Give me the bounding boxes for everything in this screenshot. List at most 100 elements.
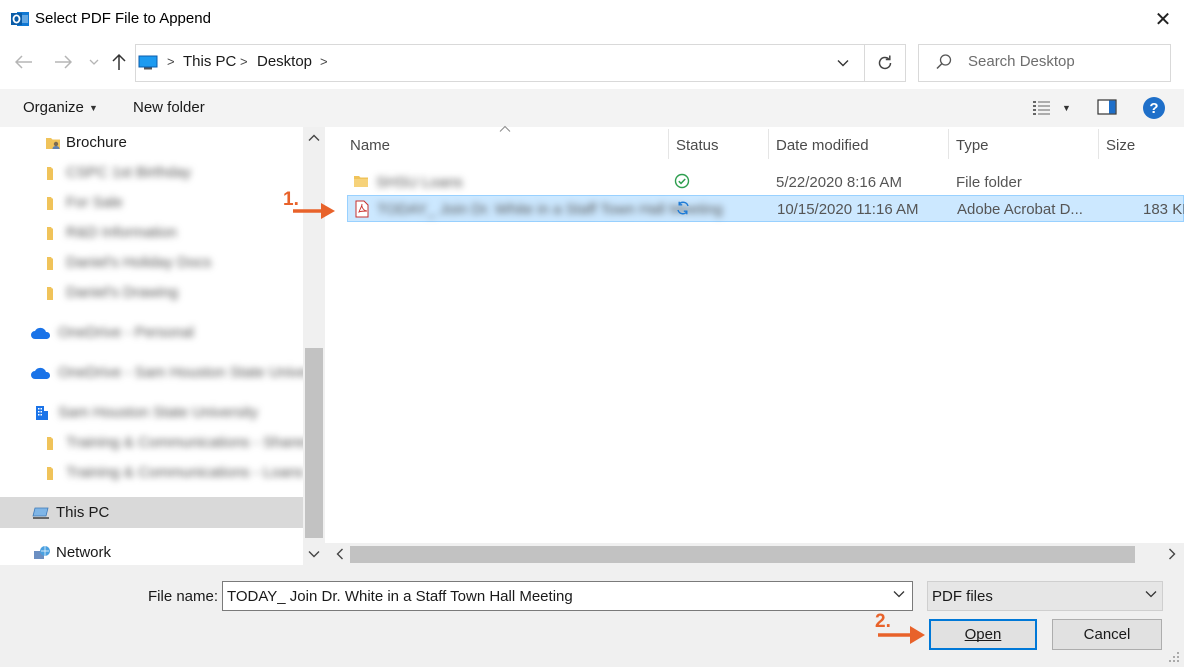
folder-user-icon [45, 135, 61, 151]
breadcrumb-separator-icon[interactable]: > [167, 54, 175, 69]
nav-item-onedrive[interactable]: OneDrive - Personal [0, 318, 303, 348]
search-placeholder[interactable]: Search Desktop [968, 53, 1075, 70]
folder-icon [45, 195, 61, 211]
onedrive-icon [30, 365, 52, 381]
nav-item-brochure[interactable]: Brochure [0, 128, 303, 158]
nav-item-label: For Sale [66, 194, 123, 211]
table-row[interactable]: SHSU Loans 5/22/2020 8:16 AM File folder [347, 169, 1184, 196]
scroll-right-chevron-icon[interactable] [1162, 545, 1182, 563]
building-icon [34, 405, 50, 421]
horizontal-scrollbar-thumb[interactable] [350, 546, 1135, 563]
organize-button[interactable]: Organize [23, 99, 84, 116]
close-icon[interactable]: ✕ [1150, 6, 1176, 32]
file-name: SHSU Loans [376, 174, 463, 191]
recent-locations-chevron-icon[interactable] [82, 48, 106, 76]
synced-check-icon [674, 173, 690, 193]
outlook-app-icon [10, 9, 30, 29]
breadcrumb-separator-icon[interactable]: > [240, 54, 248, 69]
view-details-icon[interactable] [1032, 100, 1052, 116]
folder-icon [45, 225, 61, 241]
refresh-icon[interactable] [872, 50, 898, 76]
address-dropdown-chevron-icon[interactable] [832, 52, 854, 74]
folder-icon [45, 465, 61, 481]
onedrive-icon [30, 325, 52, 341]
nav-item-label: CSPC 1st Birthday [66, 164, 192, 181]
annotation-arrow-icon [292, 201, 337, 225]
file-name-dropdown-chevron-icon[interactable] [893, 589, 905, 601]
folder-icon [45, 165, 61, 181]
scroll-left-chevron-icon[interactable] [330, 545, 350, 563]
file-name: TODAY_ Join Dr. White in a Staff Town Ha… [377, 201, 723, 218]
breadcrumb-separator-icon[interactable]: > [320, 54, 328, 69]
new-folder-button[interactable]: New folder [133, 99, 205, 116]
table-row-selected[interactable]: TODAY_ Join Dr. White in a Staff Town Ha… [347, 195, 1184, 222]
this-pc-icon [32, 505, 52, 521]
nav-item-label: Daniel's Holiday Docs [66, 254, 212, 271]
column-divider[interactable] [1098, 129, 1099, 159]
nav-item-label: Brochure [66, 134, 127, 151]
file-type: File folder [956, 174, 1022, 191]
help-icon[interactable]: ? [1143, 97, 1165, 119]
file-name-value[interactable]: TODAY_ Join Dr. White in a Staff Town Ha… [227, 588, 573, 605]
nav-item-label: R&D Information [66, 224, 177, 241]
nav-item-folder[interactable]: For Sale [0, 188, 303, 218]
nav-item-this-pc[interactable]: This PC [0, 498, 303, 528]
scroll-down-chevron-icon[interactable] [303, 543, 325, 565]
nav-item-organization[interactable]: Sam Houston State University [0, 398, 303, 428]
nav-scrollbar-thumb[interactable] [305, 348, 323, 538]
column-header-status[interactable]: Status [676, 137, 719, 154]
syncing-icon [675, 200, 691, 220]
nav-item-folder[interactable]: Training & Communications - Loans [0, 458, 304, 488]
nav-item-label: Daniel's Drawing [66, 284, 179, 301]
folder-icon [45, 435, 61, 451]
column-divider[interactable] [768, 129, 769, 159]
nav-item-label: Training & Communications - Shared [66, 434, 312, 451]
resize-grip-icon[interactable] [1166, 651, 1182, 665]
file-name-label: File name: [148, 588, 219, 605]
folder-icon [353, 173, 369, 193]
address-divider [864, 44, 865, 82]
column-header-date-modified[interactable]: Date modified [776, 137, 869, 154]
folder-icon [45, 285, 61, 301]
column-header-type[interactable]: Type [956, 137, 989, 154]
nav-item-label: OneDrive - Personal [58, 324, 194, 341]
nav-item-folder[interactable]: Daniel's Drawing [0, 278, 303, 308]
column-header-size[interactable]: Size [1106, 137, 1135, 154]
breadcrumb-this-pc[interactable]: This PC [183, 53, 236, 70]
file-type: Adobe Acrobat D... [957, 201, 1083, 218]
breadcrumb-desktop[interactable]: Desktop [257, 53, 312, 70]
cancel-button-label: Cancel [1083, 626, 1131, 643]
nav-item-label: OneDrive - Sam Houston State University [58, 364, 335, 381]
nav-item-folder[interactable]: CSPC 1st Birthday [0, 158, 303, 188]
nav-item-onedrive[interactable]: OneDrive - Sam Houston State University [0, 358, 335, 388]
back-arrow-icon[interactable] [12, 48, 36, 76]
caret-down-icon[interactable]: ▼ [1062, 103, 1071, 113]
annotation-arrow-icon [877, 624, 927, 650]
file-type-value[interactable]: PDF files [932, 588, 993, 605]
nav-item-label: Sam Houston State University [58, 404, 259, 421]
nav-item-folder[interactable]: Training & Communications - Shared [0, 428, 311, 458]
preview-pane-icon[interactable] [1097, 98, 1117, 116]
this-pc-icon [138, 55, 158, 70]
open-button[interactable]: Open [929, 619, 1037, 650]
scroll-up-chevron-icon[interactable] [303, 127, 325, 149]
column-divider[interactable] [948, 129, 949, 159]
nav-item-folder[interactable]: Daniel's Holiday Docs [0, 248, 303, 278]
caret-down-icon[interactable]: ▼ [89, 103, 98, 113]
pdf-file-icon [355, 200, 369, 222]
cancel-button[interactable]: Cancel [1052, 619, 1162, 650]
network-icon [32, 545, 52, 561]
nav-item-folder[interactable]: R&D Information [0, 218, 303, 248]
column-divider[interactable] [668, 129, 669, 159]
forward-arrow-icon[interactable] [51, 48, 75, 76]
up-arrow-icon[interactable] [107, 48, 131, 76]
nav-item-network[interactable]: Network [0, 538, 303, 568]
address-bar[interactable] [135, 44, 906, 82]
file-date-modified: 10/15/2020 11:16 AM [777, 201, 919, 218]
file-type-dropdown-chevron-icon[interactable] [1145, 589, 1157, 601]
open-button-label: Open [964, 626, 1002, 643]
sort-ascending-icon [499, 124, 511, 136]
file-size: 183 KB [1143, 201, 1184, 218]
nav-item-label: This PC [56, 504, 110, 521]
column-header-name[interactable]: Name [350, 137, 390, 154]
